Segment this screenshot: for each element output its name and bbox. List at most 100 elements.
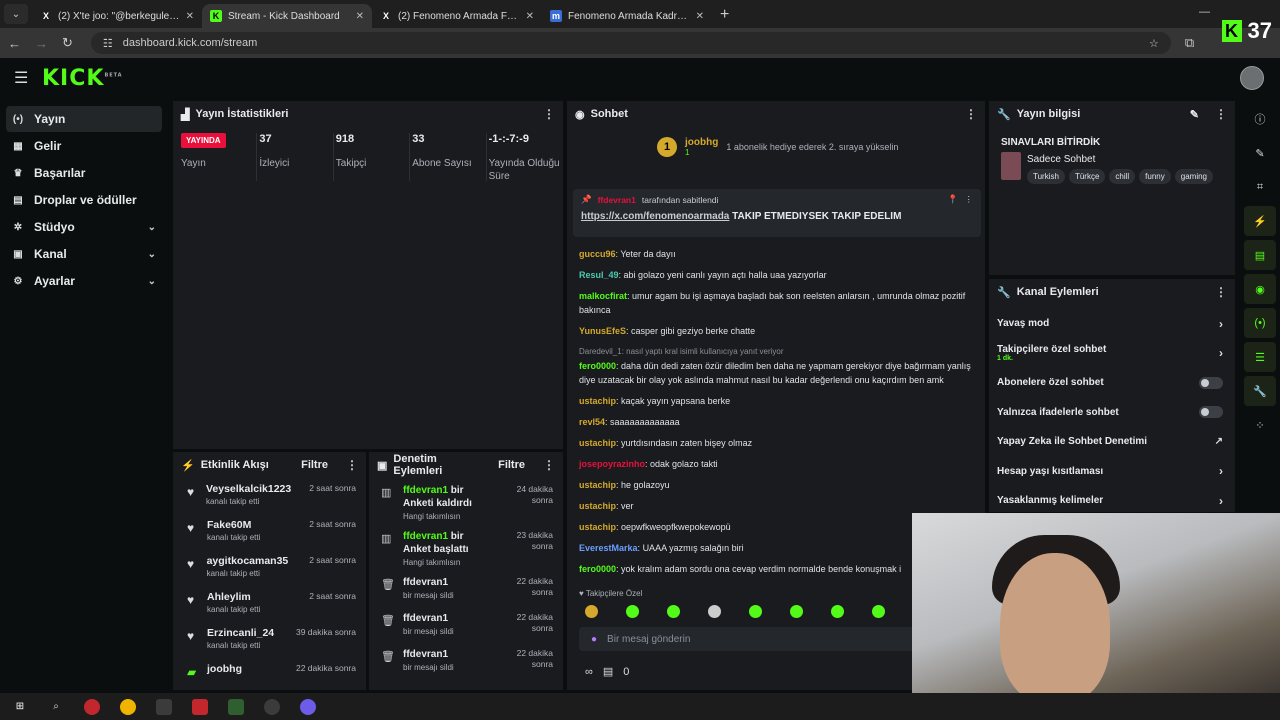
chat-username[interactable]: ustachip	[579, 480, 616, 490]
activity-user[interactable]: Fake60M	[207, 519, 286, 531]
broadcast-icon[interactable]: (•)	[1244, 308, 1276, 338]
chat-username[interactable]: josepoyrazinho	[579, 459, 645, 469]
sidebar-item-kanal[interactable]: ▣ Kanal ⌄	[6, 241, 162, 267]
chat-message[interactable]: ustachip: kaçak yayın yapsana berke	[579, 394, 979, 408]
sidebar-item-droplar[interactable]: ▤ Droplar ve ödüller	[6, 187, 162, 213]
chat-username[interactable]: ustachip	[579, 396, 616, 406]
sidebar-item-studyo[interactable]: ✲ Stüdyo ⌄	[6, 214, 162, 240]
mod-user[interactable]: ffdevran1	[403, 612, 487, 625]
emote-icon[interactable]	[585, 605, 598, 618]
reload-icon[interactable]: ↻	[62, 35, 73, 51]
infinity-icon[interactable]: ∞	[585, 666, 593, 678]
edit-icon[interactable]: ✎	[1244, 138, 1276, 168]
emote-icon[interactable]	[872, 605, 885, 618]
chat-message[interactable]: ustachip: yurtdısındasın zaten bişey olm…	[579, 436, 979, 450]
chat-username[interactable]: ustachip	[579, 501, 616, 511]
focus-icon[interactable]: ⌗	[1244, 172, 1276, 202]
emote-icon[interactable]	[749, 605, 762, 618]
clipboard-icon[interactable]: ▤	[1244, 240, 1276, 270]
gift-user[interactable]: joobhg	[685, 137, 718, 148]
chat-username[interactable]: EverestMarka	[579, 543, 638, 553]
app-icon[interactable]	[228, 698, 244, 715]
more-icon[interactable]: ⋮	[1215, 107, 1227, 121]
site-info-icon[interactable]: ☷	[103, 37, 113, 50]
emote-icon[interactable]	[626, 605, 639, 618]
chat-message[interactable]: josepoyrazinho: odak golazo takti	[579, 457, 979, 471]
chat-message[interactable]: YunusEfeS: casper gibi geziyo berke chat…	[579, 324, 979, 338]
browser-tab[interactable]: X (2) X'te joo: "@berkegulerr yine ✕	[32, 4, 202, 28]
more-icon[interactable]: ⋮	[965, 107, 977, 121]
url-input[interactable]: ☷ dashboard.kick.com/stream ☆	[90, 32, 1171, 54]
emote-icon[interactable]	[831, 605, 844, 618]
filter-button[interactable]: Filtre	[498, 459, 525, 471]
chat-username[interactable]: ustachip	[579, 522, 616, 532]
settings-icon[interactable]: ☰	[1244, 342, 1276, 372]
unpin-icon[interactable]: 📍	[948, 194, 959, 205]
search-icon[interactable]: ⌕	[48, 699, 64, 715]
close-icon[interactable]: ✕	[696, 11, 704, 22]
avatar[interactable]	[1240, 66, 1264, 90]
filter-button[interactable]: Filtre	[301, 459, 328, 471]
more-icon[interactable]: ⋮	[1215, 285, 1227, 299]
app-icon[interactable]	[84, 698, 100, 715]
minimize-icon[interactable]: —	[1199, 6, 1210, 18]
emote-icon[interactable]	[667, 605, 680, 618]
chat-username[interactable]: revl54	[579, 417, 605, 427]
chat-message[interactable]: malkocfirat: umur agam bu işi aşmaya baş…	[579, 289, 979, 317]
menu-icon[interactable]: ☰	[14, 68, 28, 88]
chat-username[interactable]: malkocfirat	[579, 291, 627, 301]
close-icon[interactable]: ✕	[186, 11, 194, 22]
activity-user[interactable]: joobhg	[207, 663, 286, 675]
chat-username[interactable]: Resul_49	[579, 270, 619, 280]
gift-icon[interactable]: ▤	[603, 665, 613, 678]
obs-icon[interactable]	[264, 698, 280, 715]
more-icon[interactable]: ⋮	[543, 458, 555, 472]
more-icon[interactable]: ⋮	[346, 458, 358, 472]
chat-message[interactable]: fero0000: daha dün dedi zaten özür diled…	[579, 359, 979, 387]
browser-tab[interactable]: m Fenomeno Armada Kadro | Mac ✕	[542, 4, 712, 28]
chat-username[interactable]: fero0000	[579, 564, 616, 574]
more-icon[interactable]: ⋮	[543, 107, 555, 121]
emotes-only-toggle[interactable]	[1199, 406, 1223, 419]
chat-username[interactable]: YunusEfeS	[579, 326, 626, 336]
bookmark-star-icon[interactable]: ☆	[1149, 37, 1159, 50]
app-icon[interactable]	[192, 698, 208, 715]
ai-moderation-row[interactable]: Yapay Zeka ile Sohbet Denetimi ↗	[989, 427, 1235, 457]
more-icon[interactable]: ⋮	[965, 194, 974, 205]
chat-message[interactable]: guccu96: Yeter da dayıı	[579, 247, 979, 261]
activity-user[interactable]: Veyselkalcik1223	[206, 483, 291, 495]
sidebar-item-yayin[interactable]: (•) Yayın	[6, 106, 162, 132]
mod-user[interactable]: ffdevran1	[403, 485, 448, 496]
chat-icon[interactable]: ◉	[1244, 274, 1276, 304]
chrome-icon[interactable]	[120, 698, 136, 715]
edit-icon[interactable]: ✎	[1190, 108, 1199, 121]
extensions-icon[interactable]: ⧉	[1185, 35, 1194, 51]
windows-start-icon[interactable]: ⊞	[12, 699, 28, 715]
tab-search-button[interactable]: ⌄	[4, 4, 28, 24]
activity-user[interactable]: Ahleylim	[207, 591, 286, 603]
chat-message[interactable]: Resul_49: abi golazo yeni canlı yayın aç…	[579, 268, 979, 282]
chat-username[interactable]: fero0000	[579, 361, 616, 371]
discord-icon[interactable]	[300, 698, 316, 715]
mod-user[interactable]: ffdevran1	[403, 531, 448, 542]
drag-icon[interactable]: ⁘	[1244, 410, 1276, 440]
sidebar-item-basarilar[interactable]: ♛ Başarılar	[6, 160, 162, 186]
pinned-link[interactable]: https://x.com/fenomenoarmada	[581, 211, 729, 222]
lightning-icon[interactable]: ⚡	[1244, 206, 1276, 236]
wrench-icon[interactable]: 🔧	[1244, 376, 1276, 406]
chat-message[interactable]: ustachip: ver	[579, 499, 979, 513]
new-tab-button[interactable]: +	[720, 6, 729, 24]
chat-username[interactable]: ustachip	[579, 438, 616, 448]
chat-input[interactable]: ● Bir mesaj gönderin	[579, 627, 919, 651]
browser-tab[interactable]: X (2) Fenomeno Armada Fc (@fen ✕	[372, 4, 542, 28]
mod-user[interactable]: ffdevran1	[403, 648, 487, 661]
kick-logo[interactable]: KICKBETA	[42, 66, 123, 91]
chat-message[interactable]: ustachip: he golazoyu	[579, 478, 979, 492]
account-age-row[interactable]: Hesap yaşı kısıtlaması ›	[989, 457, 1235, 487]
banned-words-row[interactable]: Yasaklanmış kelimeler ›	[989, 486, 1235, 516]
browser-tab-active[interactable]: K Stream - Kick Dashboard ✕	[202, 4, 372, 28]
sidebar-item-ayarlar[interactable]: ⚙ Ayarlar ⌄	[6, 268, 162, 294]
slow-mode-row[interactable]: Yavaş mod ›	[989, 309, 1235, 339]
followers-only-row[interactable]: Takipçilere özel sohbet 1 dk. ›	[989, 339, 1235, 369]
activity-user[interactable]: aygitkocaman35	[207, 555, 289, 567]
